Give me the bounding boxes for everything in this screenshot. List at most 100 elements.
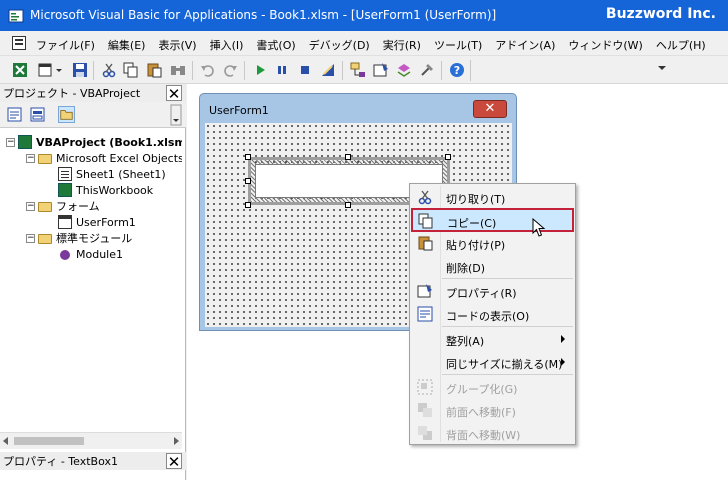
project-tree-horizontal-scrollbar[interactable] [0,432,182,449]
properties-pane-close-button[interactable]: ✕ [166,453,182,470]
highlight-frame [411,208,574,232]
context-menu-item[interactable]: 切り取り(T) [412,186,573,208]
reset-icon[interactable] [297,62,313,78]
resize-handle-left[interactable] [245,178,251,184]
resize-handle-bottom[interactable] [345,202,351,208]
tree-item[interactable]: − 標準モジュール [26,230,132,246]
module-icon [60,250,70,260]
view-code-icon[interactable] [6,106,23,123]
cut-icon[interactable] [101,62,117,78]
mouse-cursor-icon [532,218,546,237]
scroll-thumb[interactable] [14,437,84,445]
design-mode-icon[interactable] [320,62,336,78]
tree-item[interactable]: − フォーム [26,198,100,214]
properties-pane-title: プロパティ - TextBox1 [3,455,118,468]
object-browser-icon[interactable] [396,62,412,78]
pane-toolbar-overflow-icon[interactable] [170,104,182,126]
properties-icon [417,283,433,299]
collapse-icon[interactable]: − [26,233,35,243]
properties-pane-header: プロパティ - TextBox1 [0,452,186,470]
project-pane-close-button[interactable]: ✕ [166,85,182,102]
code-window-icon[interactable] [12,36,26,50]
vbaproject-icon [18,135,32,149]
scroll-left-icon[interactable] [3,437,8,445]
cut-icon [417,189,433,205]
tree-item-label: Sheet1 (Sheet1) [76,167,166,181]
tree-item[interactable]: Module1 [58,246,123,262]
tree-item-label: VBAProject (Book1.xlsm) [36,135,182,149]
paste-icon[interactable] [146,62,162,78]
resize-handle-bottom-left[interactable] [245,202,251,208]
project-pane-header: プロジェクト - VBAProject [0,84,186,102]
vba-app-icon[interactable] [8,8,24,24]
resize-handle-top-right[interactable] [445,154,451,160]
tree-item-label: フォーム [56,200,100,213]
context-menu-item-label: 前面へ移動(F) [446,406,516,419]
project-tree: − VBAProject (Book1.xlsm) − Microsoft Excel… [0,132,182,432]
excel-icon[interactable] [12,62,28,78]
menu-item-10[interactable]: ヘルプ(H) [656,37,706,53]
tree-item[interactable]: − VBAProject (Book1.xlsm) [6,134,182,150]
collapse-icon[interactable]: − [26,153,35,163]
context-menu-item: 前面へ移動(F) [412,399,573,421]
break-icon[interactable] [274,62,290,78]
menu-item-2[interactable]: 表示(V) [158,37,196,53]
brand-label: Buzzword Inc. [605,6,716,22]
menu-item-9[interactable]: ウィンドウ(W) [568,37,642,53]
save-icon[interactable] [72,62,88,78]
tree-item[interactable]: UserForm1 [58,214,136,230]
run-icon[interactable] [252,62,268,78]
resize-handle-top-left[interactable] [245,154,251,160]
context-menu-item-label: 切り取り(T) [446,193,506,206]
tree-item[interactable]: Sheet1 (Sheet1) [58,166,166,182]
sheet-icon [58,167,72,181]
toolbar-options-dropdown[interactable] [470,60,668,81]
userform-title: UserForm1 [209,104,269,117]
context-menu-item[interactable]: 整列(A) [412,328,573,350]
properties-pane: プロパティ - TextBox1 ✕ [0,452,186,480]
toggle-folders-icon[interactable] [58,106,75,123]
help-icon[interactable]: ? [449,62,465,78]
context-menu-item[interactable]: コードの表示(O) [412,303,573,325]
resize-handle-top[interactable] [345,154,351,160]
find-icon[interactable] [170,62,186,78]
context-menu-item[interactable]: 貼り付け(P) [412,232,573,254]
insert-dropdown-icon[interactable] [55,62,63,78]
tree-item-label: 標準モジュール [56,232,133,245]
context-menu-item[interactable]: プロパティ(R) [412,280,573,302]
menu-item-1[interactable]: 編集(E) [108,37,146,53]
userform-close-button[interactable]: ✕ [473,100,507,118]
menu-item-0[interactable]: ファイル(F) [36,37,95,53]
context-menu-item[interactable]: 同じサイズに揃える(M) [412,351,573,373]
menu-item-7[interactable]: ツール(T) [434,37,482,53]
folder-icon [38,234,52,244]
project-pane-title: プロジェクト - VBAProject [3,87,141,100]
project-explorer-icon[interactable] [350,62,366,78]
menu-item-6[interactable]: 実行(R) [383,37,421,53]
context-menu-item-label: グループ化(G) [446,383,518,396]
context-menu-item[interactable]: 削除(D) [412,255,573,277]
menu-item-4[interactable]: 書式(O) [256,37,295,53]
context-menu-item: グループ化(G) [412,376,573,398]
view-code-icon [417,306,433,322]
toolbox-icon[interactable] [419,62,435,78]
view-object-icon[interactable] [29,106,46,123]
tree-item[interactable]: − Microsoft Excel Objects [26,150,182,166]
scroll-right-icon[interactable] [174,437,179,445]
undo-icon[interactable] [200,62,216,78]
tree-item[interactable]: ThisWorkbook [58,182,153,198]
menu-item-3[interactable]: 挿入(I) [210,37,244,53]
tree-item-label: UserForm1 [76,215,136,229]
context-menu-item-label: 同じサイズに揃える(M) [446,358,563,371]
context-menu-item-label: 貼り付け(P) [446,239,506,252]
copy-icon[interactable] [123,62,139,78]
menu-item-5[interactable]: デバッグ(D) [309,37,370,53]
menu-item-8[interactable]: アドイン(A) [495,37,555,53]
collapse-icon[interactable]: − [26,201,35,211]
menu-separator [442,326,573,327]
collapse-icon[interactable]: − [6,137,15,147]
project-pane-toolbar [0,102,186,128]
insert-userform-icon[interactable] [38,62,54,78]
properties-icon[interactable] [373,62,389,78]
redo-icon[interactable] [222,62,238,78]
